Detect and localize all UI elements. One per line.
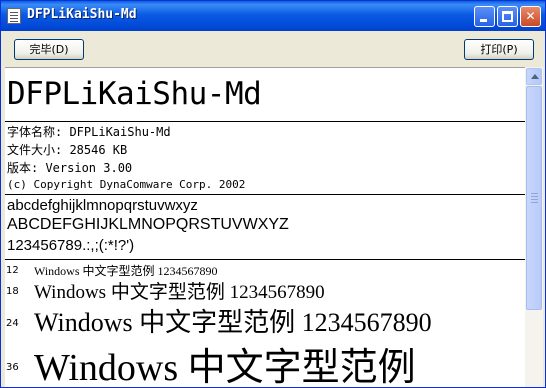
sample-size-label: 12 — [6, 265, 19, 276]
sample-size-label: 24 — [6, 318, 19, 329]
copyright-line: (c) Copyright DynaComware Corp. 2002 — [7, 178, 246, 191]
close-icon: ✕ — [525, 9, 536, 23]
minimize-button[interactable] — [474, 6, 495, 27]
font-preview-pane: DFPLiKaiShu-Md 字体名称: DFPLiKaiShu-Md 文件大小… — [5, 67, 525, 388]
scroll-up-arrow-icon[interactable] — [526, 68, 542, 85]
window-title: DFPLiKaiShu-Md — [27, 7, 137, 22]
charset-uppercase: ABCDEFGHIJKLMNOPQRSTUVWXYZ — [7, 216, 289, 233]
done-button[interactable]: 完毕(D) — [14, 39, 84, 60]
charset-digits: 123456789.:,;(:*!?') — [7, 237, 135, 254]
sample-text-24: Windows 中文字型范例 1234567890 — [34, 308, 432, 337]
font-display-name: DFPLiKaiShu-Md — [7, 76, 262, 112]
sample-size-label: 36 — [6, 362, 19, 373]
charset-lowercase: abcdefghijklmnopqrstuvwxyz — [7, 197, 198, 214]
version-line: 版本: Version 3.00 — [7, 161, 133, 175]
font-name-line: 字体名称: DFPLiKaiShu-Md — [7, 125, 171, 139]
font-viewer-window: DFPLiKaiShu-Md ✕ 完毕(D) 打印(P) DFPLiKaiShu… — [0, 0, 546, 388]
divider — [5, 121, 525, 122]
sample-text-18: Windows 中文字型范例 1234567890 — [34, 282, 325, 303]
print-button[interactable]: 打印(P) — [464, 39, 534, 60]
maximize-icon — [502, 11, 513, 22]
maximize-button[interactable] — [497, 6, 518, 27]
vertical-scrollbar[interactable] — [525, 67, 543, 387]
scroll-thumb[interactable] — [526, 86, 542, 310]
close-button[interactable]: ✕ — [520, 6, 541, 27]
grip-line — [531, 202, 538, 203]
toolbar: 完毕(D) 打印(P) — [1, 31, 545, 67]
app-document-icon[interactable] — [7, 8, 21, 24]
grip-line — [531, 196, 538, 197]
divider — [5, 259, 525, 260]
grip-line — [531, 199, 538, 200]
minimize-icon — [480, 19, 487, 22]
divider — [5, 194, 525, 195]
sample-text-36: Windows 中文字型范例 — [34, 347, 416, 388]
file-size-line: 文件大小: 28546 KB — [7, 143, 128, 157]
title-bar[interactable]: DFPLiKaiShu-Md ✕ — [1, 1, 545, 31]
grip-line — [531, 193, 538, 194]
sample-size-label: 18 — [6, 286, 19, 297]
